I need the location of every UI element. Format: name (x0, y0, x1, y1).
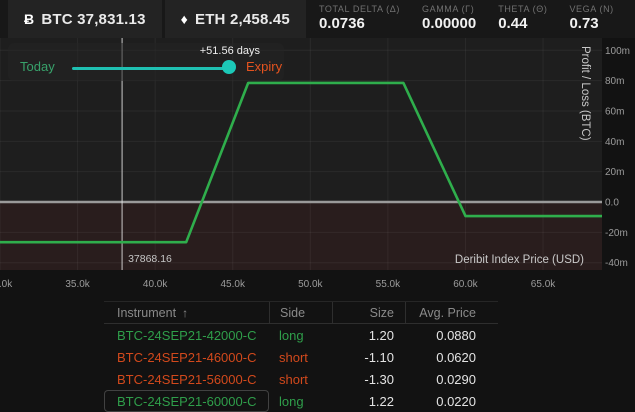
ticker-eth[interactable]: ♦ ETH 2,458.45 (165, 0, 306, 38)
greek-value: 0.44 (498, 15, 547, 32)
topbar: Ƀ BTC 37,831.13 ♦ ETH 2,458.45 TOTAL DELTA … (0, 0, 635, 38)
positions-table: Instrument ↑ Side Size Avg. Price BTC-24SEP2… (104, 301, 498, 412)
greek-stat: GAMMA (Γ)0.00000 (422, 4, 476, 38)
payoff-chart: 30.0k 35.0k 40.0k 45.0k 50.0k 55.0k 60.0k 65.0k… (0, 38, 635, 293)
ticker-group: Ƀ BTC 37,831.13 ♦ ETH 2,458.45 (0, 0, 306, 38)
cell-side: short (269, 346, 332, 368)
cell-side: short (269, 368, 332, 390)
column-header-avg-price[interactable]: Avg. Price (405, 302, 498, 323)
table-row[interactable]: BTC-24SEP21-46000-Cshort-1.100.0620 (104, 346, 498, 368)
column-header-label: Instrument (117, 306, 176, 320)
cell-side: long (269, 390, 332, 412)
table-row[interactable]: BTC-24SEP21-56000-Cshort-1.300.0290 (104, 368, 498, 390)
slider-expiry-label[interactable]: Expiry (246, 59, 282, 74)
x-tick-label: 65.0k (531, 279, 556, 290)
y-tick-label: 60m (605, 106, 624, 117)
slider-today-label[interactable]: Today (20, 59, 55, 74)
cell-size: 1.20 (332, 324, 405, 346)
x-tick-label: 55.0k (376, 279, 401, 290)
cell-avg-price: 0.0620 (405, 346, 498, 368)
cell-instrument[interactable]: BTC-24SEP21-46000-C (104, 346, 269, 368)
cell-avg-price: 0.0290 (405, 368, 498, 390)
greek-value: 0.00000 (422, 15, 476, 32)
ticker-price: ETH 2,458.45 (195, 11, 290, 28)
x-tick-label: 35.0k (65, 279, 90, 290)
y-tick-label: 0.0 (605, 198, 619, 209)
x-tick-label: 45.0k (220, 279, 245, 290)
greek-label: VEGA (N) (569, 4, 613, 14)
ticker-price: BTC 37,831.13 (41, 11, 145, 28)
table-row[interactable]: BTC-24SEP21-42000-Clong1.200.0880 (104, 324, 498, 346)
y-tick-label: -20m (605, 228, 628, 239)
greek-label: TOTAL DELTA (Δ) (319, 4, 400, 14)
column-header-label: Side (280, 306, 305, 320)
y-tick-label: 80m (605, 76, 624, 87)
greek-value: 0.73 (569, 15, 613, 32)
cell-instrument[interactable]: BTC-24SEP21-56000-C (104, 368, 269, 390)
time-slider-track[interactable] (72, 67, 230, 70)
x-tick-label: 40.0k (143, 279, 168, 290)
sort-ascending-icon: ↑ (182, 306, 188, 320)
column-header-side[interactable]: Side (269, 302, 332, 323)
cell-avg-price: 0.0220 (405, 390, 498, 412)
column-header-size[interactable]: Size (332, 302, 405, 323)
greek-stat: THETA (Θ)0.44 (498, 4, 547, 38)
index-price-label: 37868.16 (128, 253, 172, 265)
greek-stat: TOTAL DELTA (Δ)0.0736 (319, 4, 400, 38)
greek-label: THETA (Θ) (498, 4, 547, 14)
y-tick-label: 20m (605, 167, 624, 178)
column-header-instrument[interactable]: Instrument ↑ (104, 302, 269, 323)
table-header-row: Instrument ↑ Side Size Avg. Price (104, 301, 498, 324)
days-to-expiry-label: +51.56 days (200, 45, 260, 57)
table-row[interactable]: BTC-24SEP21-60000-Clong1.220.0220 (104, 390, 498, 412)
y-tick-label: 100m (605, 46, 630, 57)
ticker-btc[interactable]: Ƀ BTC 37,831.13 (8, 0, 162, 38)
time-slider-knob[interactable] (222, 60, 236, 74)
eth-icon: ♦ (181, 11, 188, 27)
x-axis-title: Deribit Index Price (USD) (455, 254, 584, 266)
cell-size: -1.30 (332, 368, 405, 390)
cell-size: -1.10 (332, 346, 405, 368)
cell-size: 1.22 (332, 390, 405, 412)
greek-value: 0.0736 (319, 15, 400, 32)
cell-avg-price: 0.0880 (405, 324, 498, 346)
x-tick-label: 30.0k (0, 279, 13, 290)
column-header-label: Size (370, 306, 394, 320)
column-header-label: Avg. Price (419, 306, 476, 320)
cell-instrument[interactable]: BTC-24SEP21-42000-C (104, 324, 269, 346)
x-tick-label: 50.0k (298, 279, 323, 290)
y-tick-label: -40m (605, 258, 628, 269)
app-root: Ƀ BTC 37,831.13 ♦ ETH 2,458.45 TOTAL DELTA … (0, 0, 635, 412)
cell-side: long (269, 324, 332, 346)
y-axis-title: Profit / Loss (BTC) (579, 46, 591, 141)
x-tick-label: 60.0k (453, 279, 478, 290)
time-slider-panel: +51.56 days Today Expiry (8, 43, 284, 81)
greek-label: GAMMA (Γ) (422, 4, 476, 14)
table-body: BTC-24SEP21-42000-Clong1.200.0880BTC-24S… (104, 324, 498, 412)
greeks-bar: TOTAL DELTA (Δ)0.0736 GAMMA (Γ)0.00000 THE… (306, 0, 614, 38)
y-tick-label: 40m (605, 137, 624, 148)
btc-icon: Ƀ (24, 11, 34, 27)
greek-stat: VEGA (N)0.73 (569, 4, 613, 38)
cell-instrument[interactable]: BTC-24SEP21-60000-C (104, 390, 269, 412)
